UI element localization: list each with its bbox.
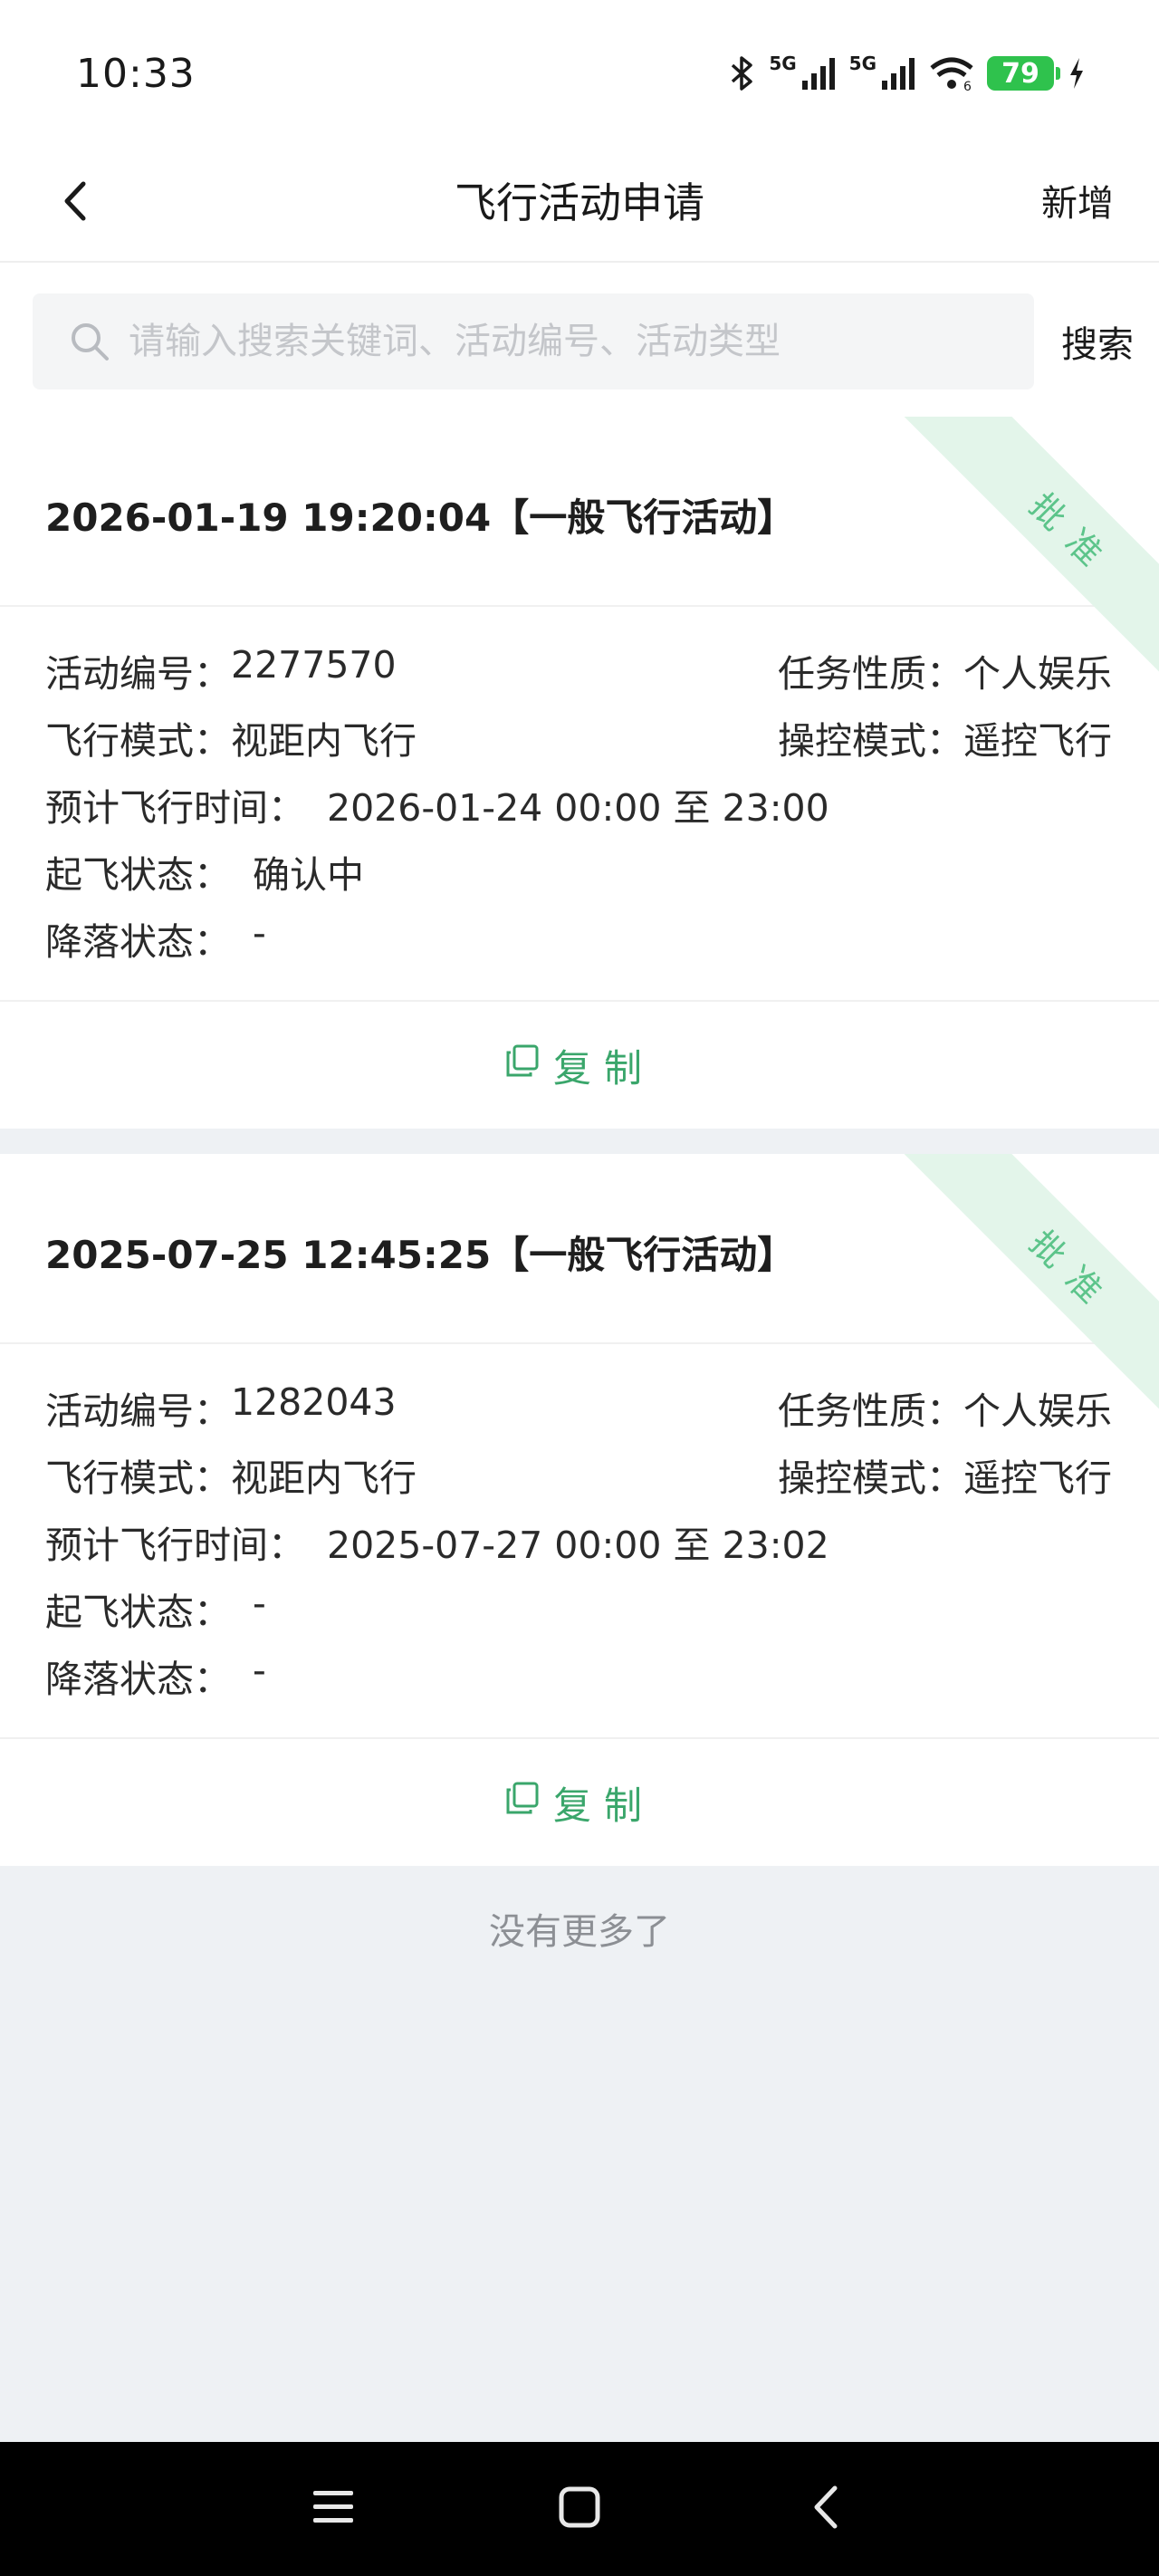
card-header: 2026-01-19 19:20:04【一般飞行活动】 批准 <box>0 417 1159 696</box>
wifi-icon: 6 <box>929 55 974 91</box>
field-label: 起飞状态： <box>45 1591 231 1634</box>
landing-status-value: - <box>253 911 266 955</box>
info-row: 活动编号： 1282043 任务性质： 个人娱乐 <box>45 1380 1112 1435</box>
bluetooth-icon <box>729 55 756 91</box>
control-mode-field: 操控模式： 遥控飞行 <box>778 710 1112 764</box>
wifi-sub-label: 6 <box>963 80 972 91</box>
list-end-text: 没有更多了 <box>489 1911 670 1953</box>
info-row: 起飞状态： 确认中 <box>45 844 1112 899</box>
status-bar: 10:33 5G 5G 6 79 <box>0 0 1159 145</box>
landing-status-field: 降落状态： - <box>45 1648 266 1703</box>
search-bar: 搜索 <box>0 263 1159 417</box>
activity-card[interactable]: 2026-01-19 19:20:04【一般飞行活动】 批准 活动编号： 2277… <box>0 417 1159 1129</box>
landing-status-field: 降落状态： - <box>45 911 266 966</box>
field-label: 任务性质： <box>778 652 963 696</box>
task-nature-field: 任务性质： 个人娱乐 <box>778 1380 1112 1435</box>
battery-icon: 79 <box>987 56 1060 91</box>
field-label: 活动编号： <box>45 1389 231 1433</box>
field-label: 活动编号： <box>45 652 231 696</box>
info-row: 飞行模式： 视距内飞行 操控模式： 遥控飞行 <box>45 710 1112 764</box>
network-type-label: 5G <box>769 53 797 74</box>
card-title: 2026-01-19 19:20:04【一般飞行活动】 <box>45 495 796 540</box>
planned-time-field: 预计飞行时间： 2025-07-27 00:00 至 23:02 <box>45 1514 829 1569</box>
nav-bar: 飞行活动申请 新增 <box>0 145 1159 263</box>
card-title: 2025-07-25 12:45:25【一般飞行活动】 <box>45 1233 796 1277</box>
info-row: 降落状态： - <box>45 911 1112 966</box>
card-body: 活动编号： 1282043 任务性质： 个人娱乐 飞行模式： 视距内飞行 操控模式：遥… <box>0 1344 1159 1739</box>
info-row: 预计飞行时间： 2026-01-24 00:00 至 23:00 <box>45 777 1112 831</box>
planned-time-field: 预计飞行时间： 2026-01-24 00:00 至 23:00 <box>45 777 829 831</box>
field-label: 起飞状态： <box>45 853 231 897</box>
search-button[interactable]: 搜索 <box>1061 315 1134 368</box>
flight-mode-field: 飞行模式： 视距内飞行 <box>45 1447 417 1502</box>
home-button[interactable] <box>545 2475 614 2543</box>
battery-level: 79 <box>1001 57 1039 90</box>
card-footer: 复制 <box>0 1739 1159 1866</box>
flight-mode-field: 飞行模式： 视距内飞行 <box>45 710 417 764</box>
system-back-button[interactable] <box>791 2475 860 2543</box>
field-label: 任务性质： <box>778 1389 963 1433</box>
status-time: 10:33 <box>76 51 196 97</box>
home-icon <box>558 2485 601 2533</box>
control-mode-value: 遥控飞行 <box>963 719 1112 763</box>
charging-icon <box>1067 55 1087 91</box>
activity-no-field: 活动编号： 2277570 <box>45 643 397 697</box>
info-row: 起飞状态： - <box>45 1581 1112 1636</box>
flight-mode-value: 视距内飞行 <box>231 1456 417 1500</box>
status-badge: 批准 <box>1021 1222 1123 1322</box>
signal-icon <box>800 55 837 91</box>
field-label: 飞行模式： <box>45 719 231 763</box>
task-nature-value: 个人娱乐 <box>963 652 1112 696</box>
activity-no-value: 2277570 <box>231 643 397 687</box>
card-body: 活动编号： 2277570 任务性质： 个人娱乐 飞行模式： 视距内飞行 操控模式：遥… <box>0 607 1159 1002</box>
add-button[interactable]: 新增 <box>1041 174 1114 226</box>
field-label: 降落状态： <box>45 920 231 964</box>
field-label: 操控模式： <box>778 1456 963 1500</box>
signal-icon <box>880 55 916 91</box>
activity-no-value: 1282043 <box>231 1380 397 1424</box>
planned-time-value: 2025-07-27 00:00 至 23:02 <box>327 1523 829 1567</box>
takeoff-status-field: 起飞状态： - <box>45 1581 266 1636</box>
copy-icon <box>504 1780 541 1825</box>
field-label: 预计飞行时间： <box>45 786 305 830</box>
field-label: 飞行模式： <box>45 1456 231 1500</box>
network-type-label: 5G <box>848 53 876 74</box>
control-mode-value: 遥控飞行 <box>963 1456 1112 1500</box>
activity-no-field: 活动编号： 1282043 <box>45 1380 397 1435</box>
info-row: 降落状态： - <box>45 1648 1112 1703</box>
task-nature-field: 任务性质： 个人娱乐 <box>778 643 1112 697</box>
back-icon <box>808 2485 844 2533</box>
takeoff-status-value: 确认中 <box>253 853 364 897</box>
flight-mode-value: 视距内飞行 <box>231 719 417 763</box>
info-row: 飞行模式： 视距内飞行 操控模式： 遥控飞行 <box>45 1447 1112 1502</box>
planned-time-value: 2026-01-24 00:00 至 23:00 <box>327 786 829 830</box>
info-row: 活动编号： 2277570 任务性质： 个人娱乐 <box>45 643 1112 697</box>
card-footer: 复制 <box>0 1002 1159 1129</box>
task-nature-value: 个人娱乐 <box>963 1389 1112 1433</box>
control-mode-field: 操控模式： 遥控飞行 <box>778 1447 1112 1502</box>
takeoff-status-field: 起飞状态： 确认中 <box>45 844 364 899</box>
page-title: 飞行活动申请 <box>455 178 704 227</box>
takeoff-status-value: - <box>253 1581 266 1625</box>
menu-button[interactable] <box>299 2475 368 2543</box>
status-icons: 5G 5G 6 79 <box>729 51 1087 96</box>
card-header: 2025-07-25 12:45:25【一般飞行活动】 批准 <box>0 1154 1159 1433</box>
status-badge: 批准 <box>1021 485 1123 585</box>
copy-button[interactable]: 复制 <box>504 1775 655 1831</box>
system-nav-bar <box>0 2442 1159 2576</box>
copy-icon <box>504 1043 541 1088</box>
copy-label: 复制 <box>552 1783 655 1828</box>
field-label: 操控模式： <box>778 719 963 763</box>
info-row: 预计飞行时间： 2025-07-27 00:00 至 23:02 <box>45 1514 1112 1569</box>
copy-label: 复制 <box>552 1045 655 1091</box>
search-input[interactable] <box>129 321 998 362</box>
menu-icon <box>311 2487 355 2531</box>
field-label: 预计飞行时间： <box>45 1523 305 1567</box>
landing-status-value: - <box>253 1648 266 1692</box>
search-box[interactable] <box>33 293 1034 389</box>
search-icon <box>69 321 110 362</box>
activity-card[interactable]: 2025-07-25 12:45:25【一般飞行活动】 批准 活动编号： 1282… <box>0 1154 1159 1866</box>
copy-button[interactable]: 复制 <box>504 1038 655 1093</box>
field-label: 降落状态： <box>45 1658 231 1701</box>
